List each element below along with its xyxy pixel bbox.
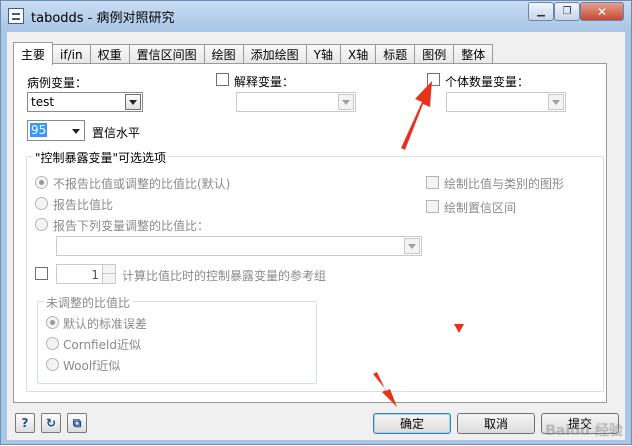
dialog-window: tabodds - 病例对照研究 ▁ ❐ ✕ 主要 if/in 权重 置信区间图… <box>0 0 632 445</box>
graph-ci-checkbox[interactable] <box>426 200 439 213</box>
radio-cornfield[interactable] <box>46 337 59 350</box>
main-tab-panel: 病例变量： test 解释变量： 个体数量变量： 95 置信水平 "控制暴露变量… <box>13 63 607 403</box>
adjust-variables-combo[interactable] <box>56 236 422 256</box>
tab-x-axis[interactable]: X轴 <box>339 44 377 64</box>
radio-woolf-label: Woolf近似 <box>63 359 121 373</box>
explanatory-variable-label: 解释变量： <box>234 75 295 89</box>
unadjusted-or-title: 未调整的比值比 <box>44 294 133 311</box>
chevron-down-icon[interactable] <box>404 238 420 254</box>
tab-titles[interactable]: 标题 <box>375 44 416 64</box>
help-icon[interactable]: ? <box>15 413 35 433</box>
tab-legend[interactable]: 图例 <box>414 44 455 64</box>
count-variable-combo[interactable] <box>446 92 566 112</box>
count-variable-label: 个体数量变量： <box>445 75 530 89</box>
count-variable-checkbox[interactable] <box>427 73 440 86</box>
chevron-down-icon[interactable] <box>125 94 141 110</box>
chevron-down-icon[interactable] <box>72 129 80 134</box>
close-button[interactable]: ✕ <box>580 2 624 21</box>
graph-ci-label: 绘制置信区间 <box>444 201 517 215</box>
stepper-down-icon[interactable] <box>102 274 115 283</box>
radio-no-report-label: 不报告比值或调整的比值比(默认) <box>53 177 231 191</box>
tab-main[interactable]: 主要 <box>13 42 54 65</box>
radio-default-se-label: 默认的标准误差 <box>63 317 148 331</box>
case-variable-combo[interactable]: test <box>27 92 143 112</box>
radio-report-or[interactable] <box>35 197 48 210</box>
reference-group-checkbox[interactable] <box>35 267 48 280</box>
app-icon <box>8 8 24 24</box>
radio-adjusted-or-label: 报告下列变量调整的比值比： <box>53 219 210 233</box>
restore-button[interactable]: ❐ <box>554 2 580 21</box>
watermark: Baidu 经验 <box>545 423 623 439</box>
radio-cornfield-label: Cornfield近似 <box>63 338 141 352</box>
tab-overall[interactable]: 整体 <box>453 44 494 64</box>
reference-group-stepper[interactable]: 1 <box>56 264 116 284</box>
tab-weights[interactable]: 权重 <box>89 44 130 64</box>
case-variable-value: test <box>31 95 55 109</box>
chevron-down-icon[interactable] <box>338 94 354 110</box>
cancel-button[interactable]: 取消 <box>457 413 535 434</box>
radio-report-or-label: 报告比值比 <box>53 198 114 212</box>
explanatory-variable-checkbox[interactable] <box>216 73 229 86</box>
ok-button[interactable]: 确定 <box>373 413 451 434</box>
tab-plot[interactable]: 绘图 <box>203 44 244 64</box>
graph-odds-checkbox[interactable] <box>426 176 439 189</box>
tab-if-in[interactable]: if/in <box>52 44 91 64</box>
chevron-down-icon[interactable] <box>548 94 564 110</box>
case-variable-label: 病例变量： <box>27 76 88 90</box>
stepper-up-icon[interactable] <box>102 265 115 274</box>
window-title: tabodds - 病例对照研究 <box>31 11 175 26</box>
graph-odds-label: 绘制比值与类别的图形 <box>444 177 565 191</box>
confidence-level-combo[interactable]: 95 <box>27 120 85 141</box>
radio-woolf[interactable] <box>46 358 59 371</box>
exposure-options-title: "控制暴露变量"可选选项 <box>33 149 169 166</box>
confidence-level-label: 置信水平 <box>92 126 141 140</box>
radio-default-se[interactable] <box>46 316 59 329</box>
reset-icon[interactable]: ↻ <box>41 413 61 433</box>
tab-y-axis[interactable]: Y轴 <box>305 44 341 64</box>
minimize-button[interactable]: ▁ <box>528 2 554 21</box>
reference-group-label: 计算比值比时的控制暴露变量的参考组 <box>122 269 327 283</box>
copy-command-icon[interactable]: ⧉ <box>67 413 87 433</box>
tab-add-plot[interactable]: 添加绘图 <box>242 44 307 64</box>
dialog-client: 主要 if/in 权重 置信区间图 绘图 添加绘图 Y轴 X轴 标题 图例 整体… <box>7 32 625 440</box>
tab-ci-plot[interactable]: 置信区间图 <box>128 44 205 64</box>
title-bar: tabodds - 病例对照研究 ▁ ❐ ✕ <box>1 1 631 31</box>
radio-adjusted-or[interactable] <box>35 218 48 231</box>
confidence-level-value: 95 <box>30 123 48 137</box>
explanatory-variable-combo[interactable] <box>236 92 356 112</box>
radio-no-report[interactable] <box>35 176 48 189</box>
reference-group-value: 1 <box>91 268 99 282</box>
tab-strip: 主要 if/in 权重 置信区间图 绘图 添加绘图 Y轴 X轴 标题 图例 整体 <box>13 42 494 65</box>
